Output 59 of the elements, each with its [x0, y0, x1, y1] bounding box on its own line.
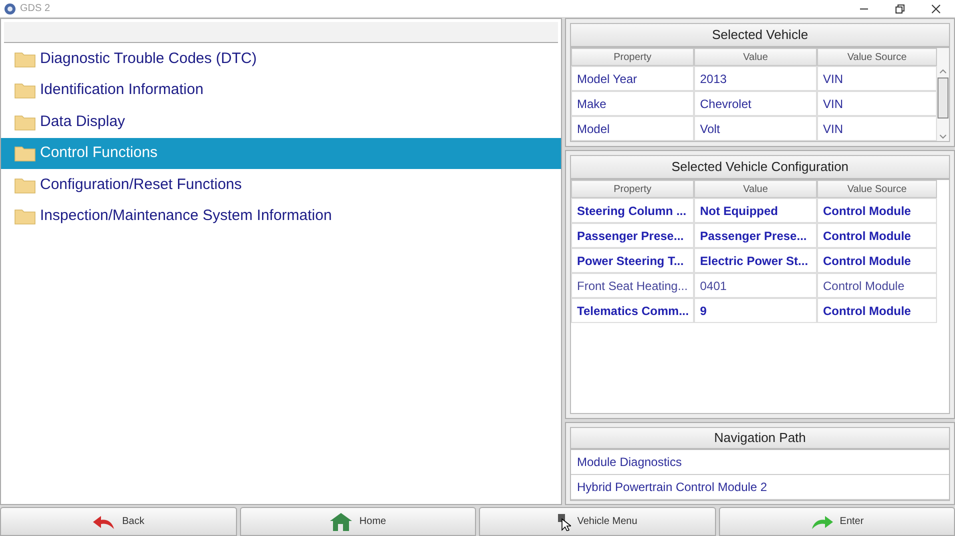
table-cell: Control Module: [817, 223, 937, 248]
house-icon: [329, 512, 354, 532]
table-cell: VIN: [817, 116, 937, 141]
table-cell: Model: [571, 116, 694, 141]
table-cell: Control Module: [817, 298, 937, 323]
menu-item[interactable]: Data Display: [1, 106, 561, 138]
panel-header: Selected Vehicle: [570, 23, 950, 47]
table-cell: Chevrolet: [694, 91, 817, 116]
column-header: Value: [694, 48, 817, 66]
menu-item[interactable]: Identification Information: [1, 74, 561, 106]
table-cell: Passenger Prese...: [571, 223, 694, 248]
table-cell: Passenger Prese...: [694, 223, 817, 248]
scrollbar[interactable]: [937, 48, 949, 141]
restore-icon: [895, 4, 905, 14]
toolbar-button[interactable]: Enter: [718, 507, 955, 536]
curved-arrow-left-icon: [92, 514, 116, 530]
cursor-icon: [557, 512, 572, 530]
column-header: Value: [694, 180, 817, 198]
table-cell: Front Seat Heating...: [571, 273, 694, 298]
app-logo-icon: [4, 2, 16, 14]
navigation-item[interactable]: Module Diagnostics: [571, 450, 949, 474]
navigation-item[interactable]: Hybrid Powertrain Control Module 2: [571, 474, 949, 500]
menu-item[interactable]: Inspection/Maintenance System Information: [1, 200, 561, 232]
close-icon[interactable]: [931, 4, 941, 14]
folder-icon: [14, 176, 36, 194]
table-cell: Control Module: [817, 198, 937, 223]
table-cell: VIN: [817, 66, 937, 91]
curved-arrow-right-icon: [810, 514, 834, 530]
table-cell: 9: [694, 298, 817, 323]
column-header: Value Source: [817, 180, 937, 198]
toolbar-button[interactable]: Back: [0, 507, 236, 536]
table-cell: Control Module: [817, 273, 937, 298]
panel-header: Navigation Path: [570, 427, 950, 448]
table-cell: Model Year: [571, 66, 694, 91]
toolbar-button[interactable]: Home: [240, 507, 476, 536]
table-cell: 0401: [694, 273, 817, 298]
column-header: Property: [571, 48, 694, 66]
folder-icon: [14, 50, 36, 68]
table-cell: Power Steering T...: [571, 248, 694, 273]
folder-icon: [14, 207, 36, 226]
toolbar-button[interactable]: Vehicle Menu: [479, 507, 716, 536]
folder-icon: [14, 144, 36, 162]
table-cell: VIN: [817, 91, 937, 116]
table-cell: Volt: [694, 116, 817, 141]
table-cell: Make: [571, 91, 694, 116]
table-cell: Control Module: [817, 248, 937, 273]
column-header: Property: [571, 180, 694, 198]
folder-icon: [14, 112, 36, 131]
table-cell: Telematics Comm...: [571, 298, 694, 323]
menu-item[interactable]: Diagnostic Trouble Codes (DTC): [1, 43, 561, 74]
column-header: Value Source: [817, 48, 937, 66]
table-cell: Not Equipped: [694, 198, 817, 223]
folder-icon: [14, 81, 36, 100]
menu-item[interactable]: Configuration/Reset Functions: [1, 169, 561, 200]
table-cell: Steering Column ...: [571, 198, 694, 223]
table-cell: 2013: [694, 66, 817, 91]
panel-header: Selected Vehicle Configuration: [570, 155, 950, 179]
table-cell: Electric Power St...: [694, 248, 817, 273]
window-title: GDS 2: [20, 2, 50, 16]
